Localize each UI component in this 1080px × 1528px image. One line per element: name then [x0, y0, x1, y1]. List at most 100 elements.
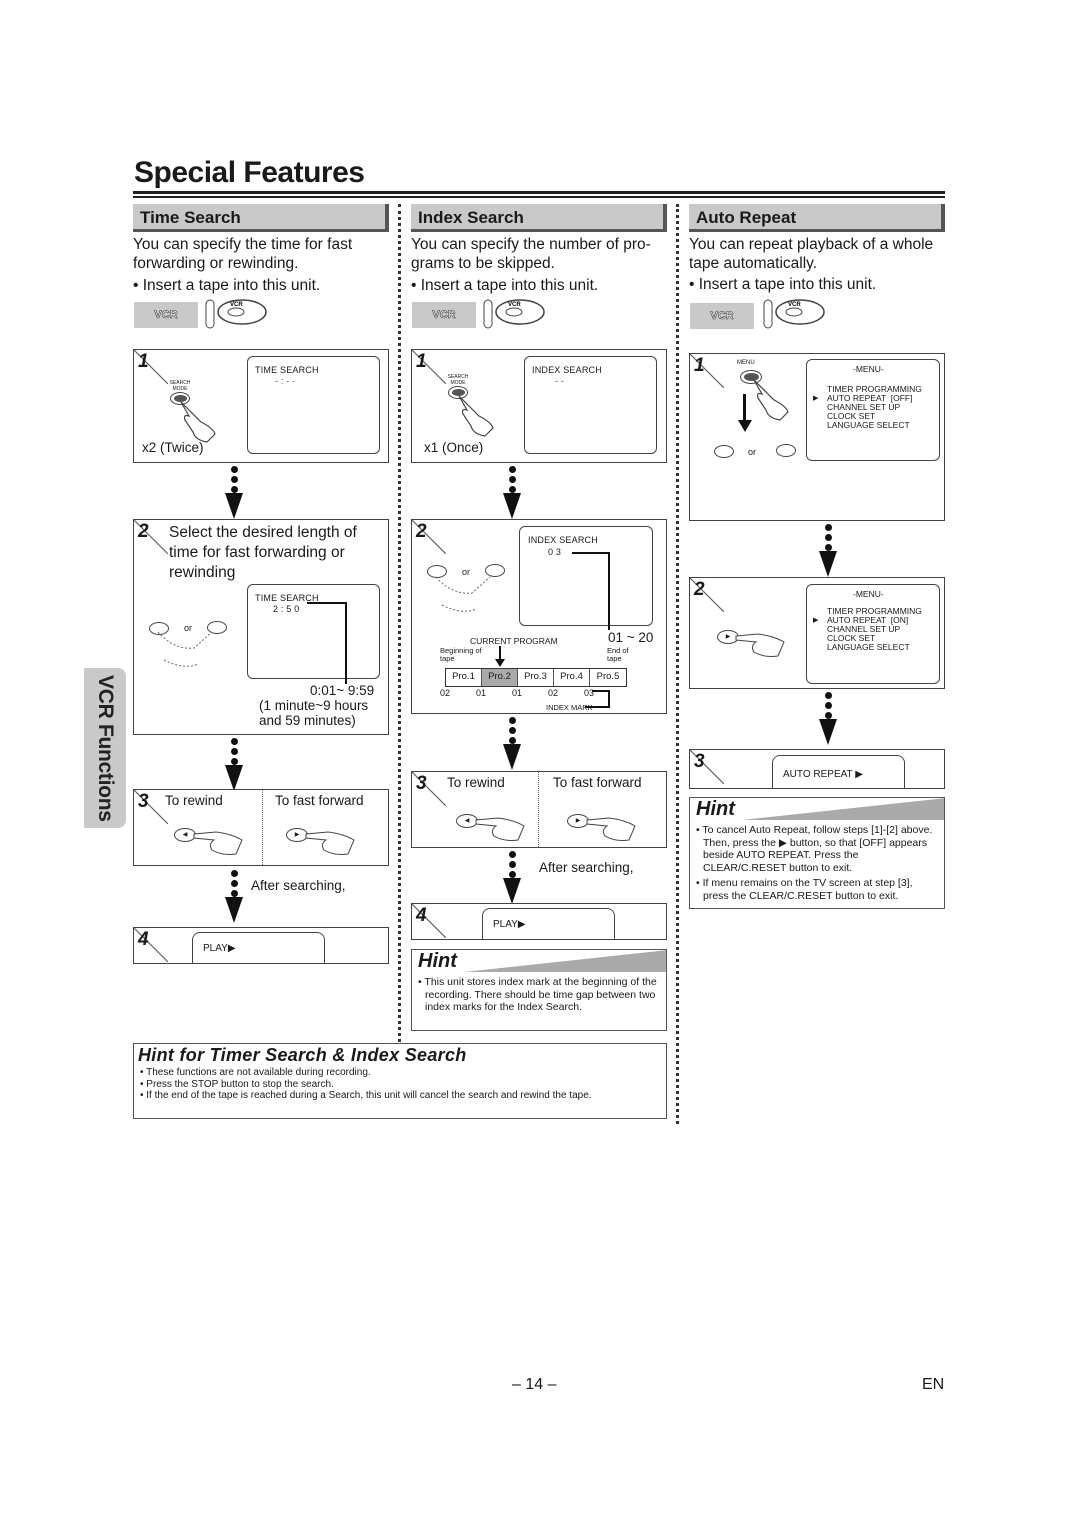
index-range: 01 ~ 20 [608, 630, 654, 645]
auto-repeat-step-3: 3 AUTO REPEAT ▶ [689, 749, 945, 789]
flow-arrow [225, 870, 243, 923]
hand-icon [180, 401, 216, 443]
index-search-hint: Hint • This unit stores index mark at th… [411, 949, 667, 1031]
time-search-step-4: 4 PLAY▶ [133, 927, 389, 964]
step-number: 2 [138, 521, 149, 542]
callout-line [608, 552, 610, 630]
section-header-index-search: Index Search [411, 204, 667, 232]
time-search-step-1: 1 SEARCH MODE x2 (Twice) TIME SEARCH - :… [133, 349, 389, 463]
vcr-remote-icon: VCR [762, 298, 826, 335]
step-number: 3 [694, 751, 705, 772]
menu-button-label: MENU [737, 360, 755, 366]
hint-title: Hint [418, 950, 457, 972]
current-program-label: CURRENT PROGRAM [470, 636, 558, 646]
section-header-time-search: Time Search [133, 204, 389, 232]
flow-arrow [503, 851, 521, 904]
vcr-mode-icon: VCR [134, 302, 198, 328]
index-search-intro: You can specify the number of pro- grams… [411, 236, 651, 272]
up-button[interactable] [714, 445, 734, 458]
menu-item[interactable]: LANGUAGE SELECT [813, 643, 922, 652]
page-title: Special Features [134, 156, 365, 189]
index-search-step-3: 3 To rewind To fast forward ◀ ▶ [411, 771, 667, 848]
after-searching-label: After searching, [251, 878, 346, 893]
current-arrow-head [495, 659, 505, 667]
hint-title: Hint [696, 798, 735, 820]
hand-icon [157, 631, 213, 667]
end-of-tape-label: End of tape [607, 646, 629, 663]
callout-line [608, 690, 610, 707]
hint-item: • These functions are not available duri… [140, 1067, 371, 1078]
fast-forward-label: To fast forward [275, 793, 364, 808]
step-number: 2 [416, 521, 427, 542]
hint-item: • This unit stores index mark at the beg… [418, 976, 657, 1013]
step-number: 1 [138, 351, 149, 372]
range-desc: (1 minute~9 hours [259, 698, 369, 713]
down-arrow [743, 394, 746, 422]
index-mark-value: 02 [548, 688, 559, 698]
divider [538, 772, 539, 847]
vcr-badge-label: VCR [710, 310, 734, 323]
hand-icon [753, 379, 789, 421]
tv-screen: PLAY▶ [192, 932, 325, 963]
callout-line [572, 552, 610, 554]
hand-icon [735, 633, 785, 657]
tv-screen: AUTO REPEAT ▶ [772, 755, 905, 788]
fast-forward-label: To fast forward [553, 775, 642, 790]
step-number: 4 [138, 929, 149, 950]
flow-arrow [819, 692, 837, 745]
callout-line [585, 706, 610, 708]
tv-screen: INDEX SEARCH 0 3 [519, 526, 653, 626]
step-instruction: Select the desired length of time for fa… [169, 524, 357, 581]
step-number: 1 [416, 351, 427, 372]
step-number: 3 [138, 791, 149, 812]
auto-repeat-step-2: 2 ▶ -MENU- TIMER PROGRAMMING ▶ AUTO REPEAT… [689, 577, 945, 689]
play-indicator: PLAY▶ [203, 943, 236, 954]
menu-title: -MENU- [853, 589, 884, 599]
hint-item: • If the end of the tape is reached duri… [140, 1090, 592, 1101]
auto-repeat-intro: You can repeat playback of a whole tape … [689, 236, 934, 272]
time-search-intro: You can specify the time for fast forwar… [133, 236, 353, 272]
vcr-badge-label: VCR [154, 309, 178, 322]
index-search-step-1: 1 SEARCH MODE x1 (Once) INDEX SEARCH - - [411, 349, 667, 463]
screen-title: INDEX SEARCH [528, 535, 598, 545]
rewind-label: To rewind [165, 793, 223, 808]
program-segment: Pro.5 [596, 671, 620, 682]
program-segment: Pro.2 [482, 669, 518, 686]
flow-arrow [819, 524, 837, 577]
screen-title: INDEX SEARCH [532, 365, 602, 375]
tv-screen: -MENU- TIMER PROGRAMMING ▶ AUTO REPEAT [ON… [806, 584, 940, 684]
svg-text:VCR: VCR [508, 302, 521, 308]
screen-value: 2 : 5 0 [273, 604, 300, 614]
index-search-step-2: 2 or INDEX SEARCH 0 3 01 ~ 20 CURRENT PR… [411, 519, 667, 714]
time-search-step-2: 2 Select the desired length of time for … [133, 519, 389, 735]
time-range: 0:01~ 9:59 [310, 683, 375, 698]
flow-arrow [225, 466, 243, 519]
callout-line [345, 602, 347, 684]
range-desc: and 59 minutes) [259, 713, 356, 728]
screen-value: - - [555, 376, 565, 386]
press-count: x2 (Twice) [142, 440, 204, 455]
side-tab: VCR Functions [84, 668, 126, 828]
program-segment: Pro.4 [554, 669, 590, 686]
beginning-of-tape-label: Beginning of tape [440, 646, 482, 663]
step-number: 3 [416, 773, 427, 794]
bottom-hint: Hint for Timer Search & Index Search • T… [133, 1043, 667, 1119]
rewind-label: To rewind [447, 775, 505, 790]
down-button[interactable] [776, 444, 796, 457]
search-mode-label: SEARCH MODE [169, 380, 191, 392]
language-code: EN [922, 1376, 945, 1393]
step-number: 4 [416, 905, 427, 926]
side-tab-label: VCR Functions [94, 674, 117, 822]
step-number: 2 [694, 579, 705, 600]
callout-line [592, 690, 610, 692]
auto-repeat-indicator: AUTO REPEAT ▶ [783, 769, 863, 780]
tv-screen: INDEX SEARCH - - [524, 356, 657, 454]
screen-value: 0 3 [548, 547, 562, 557]
menu-list: TIMER PROGRAMMING ▶ AUTO REPEAT [ON] CHANNE… [813, 607, 922, 652]
vcr-mode-icon: VCR [412, 302, 476, 328]
hand-icon [458, 395, 494, 437]
svg-text:VCR: VCR [230, 302, 243, 308]
program-segment: Pro.3 [518, 669, 554, 686]
menu-item[interactable]: LANGUAGE SELECT [813, 421, 922, 430]
vcr-remote-icon: VCR [204, 298, 268, 335]
